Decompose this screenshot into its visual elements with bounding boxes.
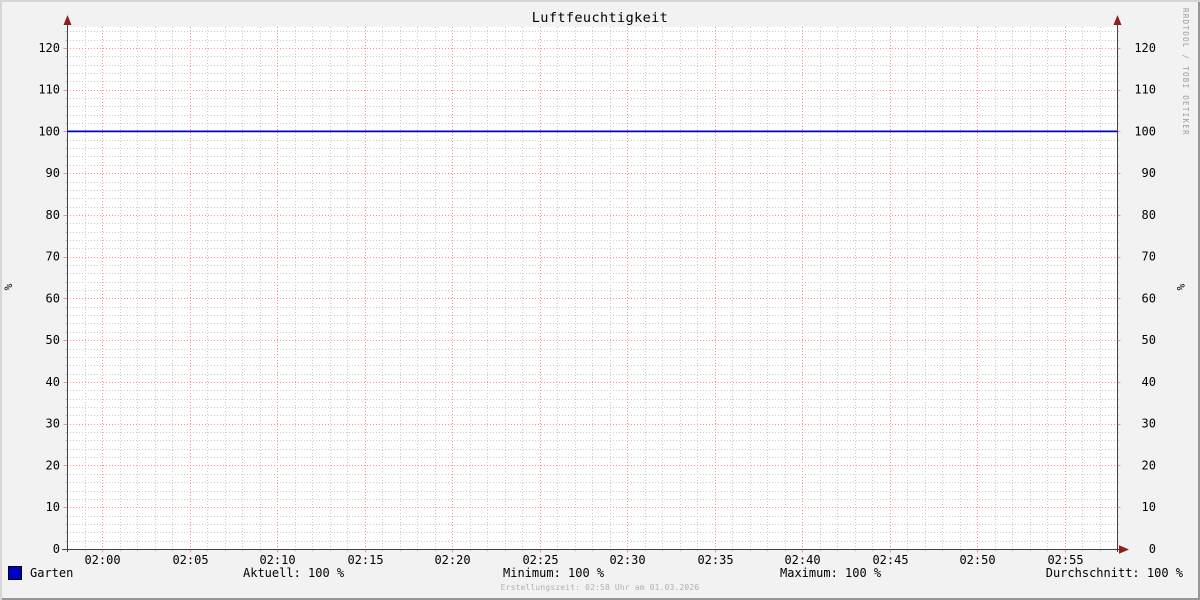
y-axis-tick-label-left: 0 (53, 542, 60, 556)
y-axis-tick-label-right: 10 (1142, 500, 1156, 514)
y-axis-tick-label-left: 70 (46, 250, 60, 264)
x-axis-tick-label: 02:25 (522, 553, 558, 567)
x-axis-arrow-icon (1119, 545, 1129, 554)
x-axis-tick-label: 02:30 (609, 553, 645, 567)
y-axis-tick-label-right: 0 (1149, 542, 1156, 556)
x-axis-tick-label: 02:10 (259, 553, 295, 567)
y-axis-tick-label-left: 120 (38, 41, 60, 55)
y-axis-tick-label-right: 50 (1142, 333, 1156, 347)
y-axis-tick-label-left: 110 (38, 83, 60, 97)
chart-title: Luftfeuchtigkeit (531, 10, 669, 26)
y-axis-tick-label-right: 40 (1142, 375, 1156, 389)
y-axis-tick-label-left: 100 (38, 124, 60, 138)
legend-color-swatch (8, 566, 22, 580)
y-axis-tick-label-left: 10 (46, 500, 60, 514)
y-axis-tick-label-right: 60 (1142, 291, 1156, 305)
stat-durchschnitt: Durchschnitt: 100 % (1045, 566, 1183, 580)
x-axis-tick-label: 02:50 (959, 553, 995, 567)
y-axis-tick-label-left: 60 (46, 291, 60, 305)
x-axis-tick-label: 02:00 (84, 553, 120, 567)
x-axis-tick-label: 02:45 (872, 553, 908, 567)
legend-series-label: Garten (30, 566, 74, 580)
chart-plot-area: 0 0 10 10 20 20 30 30 40 40 50 50 60 60 70 70 80 80 90 90 10… (2, 15, 1187, 567)
y-axis-unit-left: % (2, 283, 15, 290)
y-axis-tick-label-left: 80 (46, 208, 60, 222)
rrdtool-graph: 0 0 10 10 20 20 30 30 40 40 50 50 60 60 70 70 80 80 90 90 10… (0, 0, 1200, 600)
x-axis-tick-label: 02:05 (172, 553, 208, 567)
y-axis-tick-label-left: 50 (46, 333, 60, 347)
stat-maximum: Maximum: 100 % (780, 566, 882, 580)
y-axis-tick-label-right: 20 (1142, 458, 1156, 472)
x-axis-tick-label: 02:55 (1047, 553, 1083, 567)
x-axis-tick-label: 02:35 (697, 553, 733, 567)
stat-minimum: Minimum: 100 % (503, 566, 605, 580)
y-axis-tick-label-left: 40 (46, 375, 60, 389)
y-axis-tick-label-right: 70 (1142, 250, 1156, 264)
x-axis-tick-label: 02:20 (434, 553, 470, 567)
y-axis-tick-label-right: 110 (1134, 83, 1156, 97)
creation-timestamp: Erstellungszeit: 02:58 Uhr am 01.03.2026 (500, 583, 700, 592)
y-axis-tick-label-left: 20 (46, 458, 60, 472)
y-axis-tick-label-right: 80 (1142, 208, 1156, 222)
y-axis-tick-label-right: 120 (1134, 41, 1156, 55)
y-axis-tick-label-right: 30 (1142, 417, 1156, 431)
stat-aktuell: Aktuell: 100 % (243, 566, 345, 580)
y-axis-tick-label-right: 90 (1142, 166, 1156, 180)
rrdtool-watermark: RRDTOOL / TOBI OETIKER (1181, 8, 1190, 136)
x-axis-tick-label: 02:15 (347, 553, 383, 567)
y-axis-tick-label-left: 90 (46, 166, 60, 180)
y-axis-tick-label-right: 100 (1134, 124, 1156, 138)
y-axis-tick-label-left: 30 (46, 417, 60, 431)
x-axis-tick-label: 02:40 (784, 553, 820, 567)
